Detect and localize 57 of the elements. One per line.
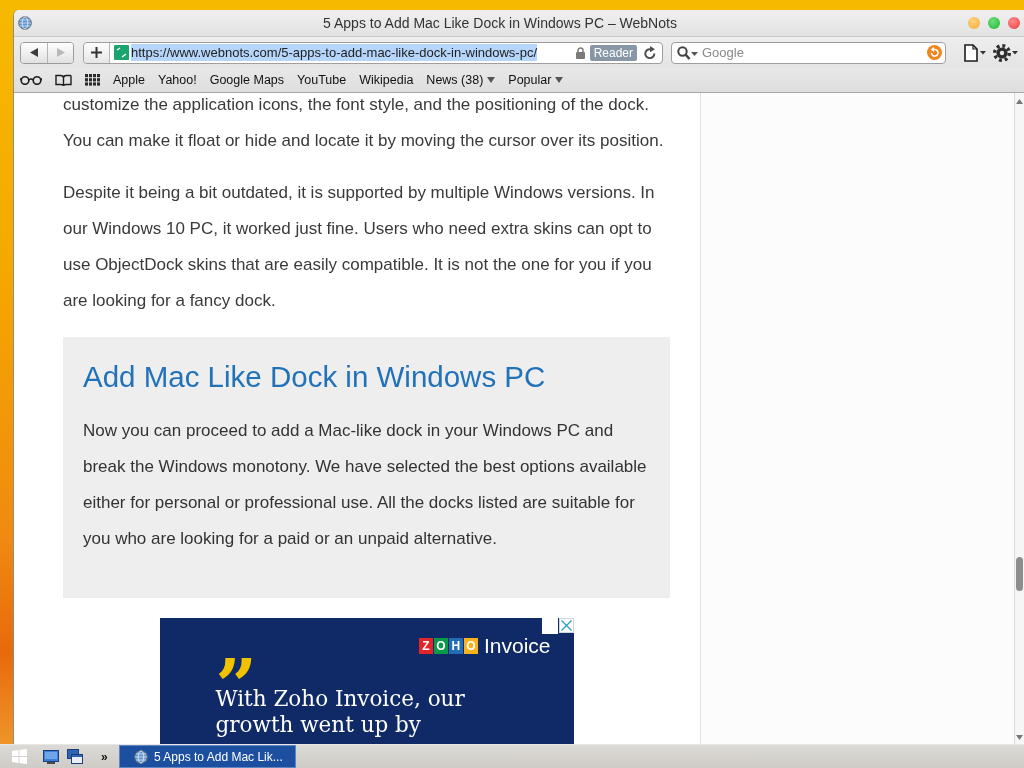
- reload-icon[interactable]: [644, 46, 656, 59]
- bookmark-item[interactable]: Popular: [508, 73, 564, 87]
- page-menu-icon[interactable]: [963, 43, 987, 62]
- circular-arrow-icon[interactable]: [927, 45, 942, 60]
- back-button[interactable]: [21, 42, 47, 63]
- logo-tile: H: [448, 638, 463, 654]
- bookmark-item[interactable]: News (38): [426, 73, 496, 87]
- search-icon: [677, 45, 698, 60]
- paragraph-text: customize the application icons, the font style, and the positioning of the dock. You can make it float or hide and locate it by moving the cursor over its position.: [63, 94, 665, 152]
- scroll-down-icon[interactable]: [1016, 735, 1023, 740]
- search-field[interactable]: Google: [671, 41, 946, 64]
- ad-close-button[interactable]: [558, 618, 574, 633]
- grid-icon[interactable]: [85, 74, 100, 86]
- ad-info-tile[interactable]: [541, 618, 558, 634]
- book-icon[interactable]: [55, 73, 72, 87]
- caret-icon: [487, 77, 496, 83]
- callout-text: Now you can proceed to add a Mac-like dock in your Windows PC and break the Windows monotony. We have selected the best options available either for personal or professional use. All the docks listed are suitable for you who are looking for a paid or an unpaid alternative.: [83, 420, 648, 550]
- globe-icon: [18, 16, 32, 30]
- settings-icon[interactable]: [993, 42, 1019, 63]
- caret-icon: [555, 77, 564, 83]
- logo-tile: O: [463, 638, 478, 654]
- logo-tile: Z: [418, 638, 433, 654]
- glasses-icon[interactable]: [20, 75, 42, 85]
- start-icon[interactable]: [12, 749, 27, 764]
- overflow-button[interactable]: »: [101, 749, 113, 764]
- search-placeholder: Google: [702, 45, 745, 60]
- section-heading: Add Mac Like Dock in Windows PC: [83, 359, 547, 395]
- taskbar-button[interactable]: 5 Apps to Add Mac Lik...: [119, 745, 296, 768]
- ad-text: growth went up by: [215, 712, 421, 738]
- scrollbar-track[interactable]: [1014, 93, 1024, 744]
- plus-button[interactable]: [84, 42, 110, 63]
- bookmark-item[interactable]: Yahoo!: [158, 73, 197, 87]
- favicon-icon: [114, 45, 129, 60]
- url-text: https://www.webnots.com/5-apps-to-add-mac-like-dock-in-windows-pc/: [131, 44, 538, 61]
- ad-text: With Zoho Invoice, our: [215, 686, 465, 712]
- lock-icon: [575, 46, 585, 59]
- logo-tile: O: [433, 638, 448, 654]
- bookmark-item[interactable]: YouTube: [297, 73, 347, 87]
- globe-icon: [134, 749, 148, 764]
- scroll-up-icon[interactable]: [1016, 99, 1023, 104]
- stacked-windows-icon[interactable]: [67, 749, 83, 764]
- right-triangle-icon: [56, 48, 65, 57]
- paragraph-text: Despite it being a bit outdated, it is supported by multiple Windows versions. In our Windows 10 PC, it worked just fine. Users who need extra skins can opt to use ObjectDock skins that are easily compatible. It is not the one for you if you are looking for a fancy dock.: [63, 182, 656, 312]
- bookmark-item[interactable]: Apple: [113, 73, 145, 87]
- bookmark-item[interactable]: Wikipedia: [359, 73, 414, 87]
- scrollbar-thumb[interactable]: [1016, 557, 1023, 591]
- quote-mark: ”: [215, 658, 257, 686]
- close-icon: [560, 620, 572, 631]
- brand-name: Invoice: [483, 634, 551, 658]
- address-field[interactable]: https://www.webnots.com/5-apps-to-add-mac-like-dock-in-windows-pc/ Reader: [83, 41, 663, 64]
- bookmark-item[interactable]: Google Maps: [209, 73, 285, 87]
- plus-icon: [91, 47, 102, 58]
- close-button[interactable]: [1008, 17, 1020, 29]
- window-title: 5 Apps to Add Mac Like Dock in Windows PC – WebNots: [322, 15, 678, 31]
- ad-banner[interactable]: Z O H O Invoice ”With Zoho Invoice, our growth went up by: [159, 618, 574, 744]
- monitor-icon[interactable]: [43, 749, 59, 764]
- left-triangle-icon: [30, 48, 38, 57]
